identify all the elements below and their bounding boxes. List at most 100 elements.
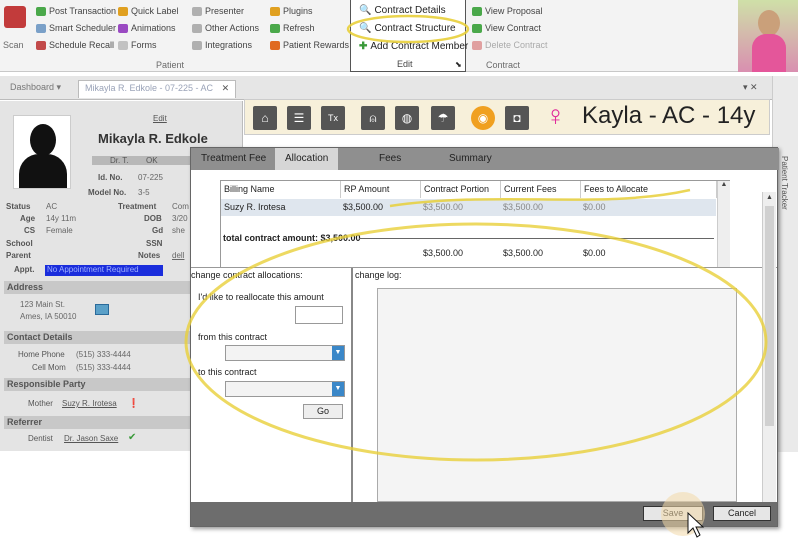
cancel-button[interactable]: Cancel xyxy=(713,506,771,521)
cell-fees-to-allocate: $0.00 xyxy=(583,202,606,212)
dialog-tabs: Treatment Fee Allocation Fees Summary xyxy=(191,148,779,170)
scan-label[interactable]: Scan xyxy=(3,40,24,50)
ribbon-integrations[interactable]: Integrations xyxy=(192,40,252,50)
label-icon xyxy=(118,6,128,16)
ribbon-delete-contract[interactable]: Delete Contract xyxy=(472,40,548,50)
edit-link[interactable]: Edit xyxy=(153,114,167,123)
ribbon-smart-scheduler[interactable]: Smart Scheduler xyxy=(36,23,116,33)
tx-icon[interactable]: Tx xyxy=(321,106,345,130)
appt-label: Appt. xyxy=(14,265,35,274)
tooth-icon[interactable]: ⍝ xyxy=(361,106,385,130)
ribbon-view-proposal[interactable]: View Proposal xyxy=(472,6,542,16)
globe-icon[interactable]: ◍ xyxy=(395,106,419,130)
to-contract-select[interactable]: ▼ xyxy=(225,381,345,397)
tab-treatment-fee[interactable]: Treatment Fee xyxy=(191,148,276,170)
treatment-label: Treatment xyxy=(118,202,157,211)
reallocate-label: I'd like to reallocate this amount xyxy=(198,292,324,302)
notes-value: dell xyxy=(172,251,185,260)
dialog-scrollbar[interactable]: ▲ ▼ xyxy=(762,192,776,524)
col-rp-amount[interactable]: RP Amount xyxy=(341,181,421,198)
contract-details-button[interactable]: 🔍 Contract Details xyxy=(359,5,446,16)
table-row[interactable]: Suzy R. Irotesa $3,500.00 $3,500.00 $3,5… xyxy=(221,199,716,216)
dialog-launcher-icon[interactable]: ⬊ xyxy=(455,60,462,69)
dentist-link[interactable]: Dr. Jason Saxe xyxy=(64,434,118,443)
check-icon: ✔ xyxy=(128,432,137,443)
camera-icon[interactable]: ◘ xyxy=(505,106,529,130)
structure-icon: 🔍 xyxy=(359,23,372,34)
tab-fees[interactable]: Fees xyxy=(369,148,411,170)
ribbon-schedule-recall[interactable]: Schedule Recall xyxy=(36,40,114,50)
cell-phone-value: (515) 333-4444 xyxy=(76,363,131,372)
appt-badge[interactable]: No Appointment Required xyxy=(45,265,163,276)
ribbon-animations[interactable]: Animations xyxy=(118,23,176,33)
grid-scrollbar[interactable]: ▲ xyxy=(717,181,730,267)
mother-link[interactable]: Suzy R. Irotesa xyxy=(62,399,117,408)
animations-icon xyxy=(118,23,128,33)
contract-structure-button[interactable]: 🔍 Contract Structure xyxy=(359,23,456,34)
tab-menu-icon[interactable]: ▾ ✕ xyxy=(743,82,758,93)
ribbon-view-contract[interactable]: View Contract xyxy=(472,23,541,33)
chevron-down-icon[interactable]: ▼ xyxy=(332,346,344,360)
patient-heading: Kayla - AC - 14y xyxy=(582,102,756,129)
go-button[interactable]: Go xyxy=(303,404,343,419)
ribbon-post-transaction[interactable]: Post Transaction xyxy=(36,6,116,16)
chevron-down-icon[interactable]: ▼ xyxy=(332,382,344,396)
cell-rp-amount[interactable]: $3,500.00 xyxy=(343,202,383,212)
mother-label: Mother xyxy=(28,399,53,408)
cell-label: Cell Mom xyxy=(32,363,66,372)
presenter-icon xyxy=(192,6,202,16)
ribbon-other-actions[interactable]: Other Actions xyxy=(192,23,259,33)
tab-dashboard[interactable]: Dashboard ▾ xyxy=(4,80,67,98)
changelog-box[interactable] xyxy=(377,288,737,502)
alert-icon: ❗ xyxy=(128,398,140,408)
col-current-fees[interactable]: Current Fees xyxy=(501,181,581,198)
col-fees-to-allocate[interactable]: Fees to Allocate xyxy=(581,181,717,198)
patient-tracker-label[interactable]: Patient Tracker xyxy=(780,156,789,210)
tab-summary[interactable]: Summary xyxy=(439,148,502,170)
forms-icon xyxy=(118,40,128,50)
map-icon[interactable] xyxy=(95,304,109,315)
group-label-edit: Edit xyxy=(397,59,413,69)
from-contract-label: from this contract xyxy=(198,332,268,342)
notes-label: Notes xyxy=(138,251,161,260)
scheduler-icon xyxy=(36,23,46,33)
total-contract-portion: $3,500.00 xyxy=(423,248,464,258)
ribbon-forms[interactable]: Forms xyxy=(118,40,157,50)
umbrella-icon[interactable]: ☂ xyxy=(431,106,455,130)
vertical-splitter[interactable] xyxy=(351,268,353,502)
app-logo-icon[interactable] xyxy=(4,6,26,28)
ribbon-plugins[interactable]: Plugins xyxy=(270,6,313,16)
dentist-label: Dentist xyxy=(28,434,53,443)
changelog-label: change log: xyxy=(355,270,402,280)
tab-allocation[interactable]: Allocation xyxy=(275,148,339,170)
document-icon[interactable]: ☰ xyxy=(287,106,311,130)
status-value: AC xyxy=(46,202,58,211)
cs-value: Female xyxy=(46,226,73,235)
tab-patient[interactable]: Mikayla R. Edkole - 07-225 - AC ✕ xyxy=(78,80,237,98)
school-label: School xyxy=(6,239,33,248)
ribbon-patient-rewards[interactable]: Patient Rewards xyxy=(270,40,349,50)
user-photo xyxy=(738,0,798,72)
model-value: 3-5 xyxy=(138,188,150,197)
total-divider xyxy=(359,238,714,239)
dob-label: DOB xyxy=(144,214,162,223)
home-icon[interactable]: ⌂ xyxy=(253,106,277,130)
group-label-contract: Contract xyxy=(486,60,521,70)
patient-name: Mikayla R. Edkole xyxy=(98,131,208,146)
close-icon[interactable]: ✕ xyxy=(222,83,230,93)
ribbon-presenter[interactable]: Presenter xyxy=(192,6,244,16)
from-contract-select[interactable]: ▼ xyxy=(225,345,345,361)
col-contract-portion[interactable]: Contract Portion xyxy=(421,181,501,198)
save-button[interactable]: Save xyxy=(643,506,703,521)
contract-icon xyxy=(472,23,482,33)
amount-input[interactable] xyxy=(295,306,343,324)
ribbon-refresh[interactable]: Refresh xyxy=(270,23,315,33)
total-current-fees: $3,500.00 xyxy=(503,248,544,258)
group-label-patient: Patient xyxy=(156,60,185,70)
coin-icon[interactable]: ◉ xyxy=(471,106,495,130)
ribbon-quick-label[interactable]: Quick Label xyxy=(118,6,179,16)
status-label: Status xyxy=(6,202,31,211)
col-billing-name[interactable]: Billing Name xyxy=(221,181,341,198)
allocation-grid: Billing Name RP Amount Contract Portion … xyxy=(220,180,730,268)
add-contract-member-button[interactable]: ✚ Add Contract Member xyxy=(359,41,468,52)
